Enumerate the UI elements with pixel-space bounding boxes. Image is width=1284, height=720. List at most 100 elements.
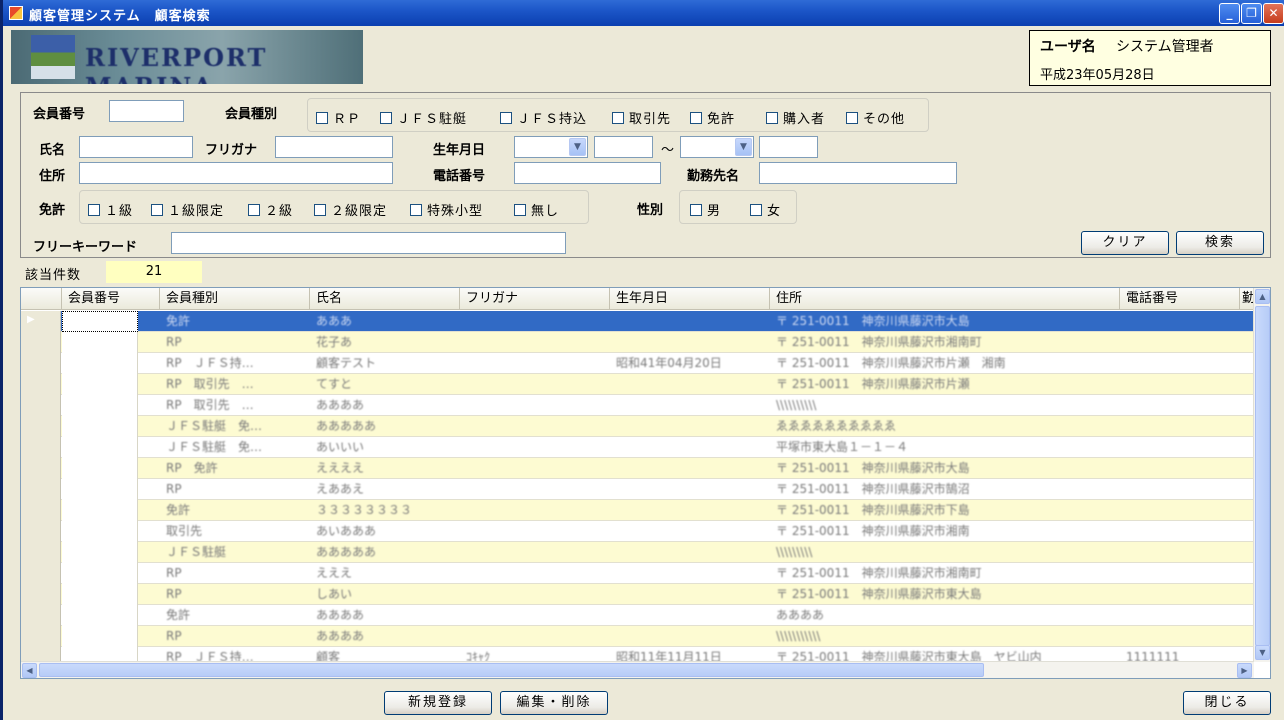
scroll-up-icon[interactable]: ▲	[1255, 289, 1270, 304]
cell-phone[interactable]	[1120, 521, 1240, 542]
cell-kana[interactable]	[460, 500, 610, 521]
name-input[interactable]	[79, 136, 193, 158]
cell-birth[interactable]	[610, 542, 770, 563]
cell-birth[interactable]	[610, 458, 770, 479]
table-row[interactable]: RP 取引先 … てすと 〒 251-0011 神奈川県藤沢市片瀬	[21, 374, 1254, 395]
gender-male-checkbox[interactable]: 男	[690, 200, 721, 219]
cell-kana[interactable]	[460, 521, 610, 542]
table-row[interactable]: RP しあい 〒 251-0011 神奈川県藤沢市東大島	[21, 584, 1254, 605]
cell-name[interactable]: えああえ	[310, 479, 460, 500]
cell-member-no[interactable]	[62, 479, 138, 500]
column-workplace[interactable]: 勤	[1240, 288, 1254, 310]
row-header[interactable]	[21, 479, 61, 500]
license-first-class-checkbox[interactable]: １級	[88, 200, 133, 219]
close-window-button[interactable]: ✕	[1263, 3, 1284, 24]
cell-address[interactable]: 〒 251-0011 神奈川県藤沢市片瀬 湘南	[770, 353, 1120, 374]
cell-name[interactable]: てすと	[310, 374, 460, 395]
cell-phone[interactable]	[1120, 500, 1240, 521]
table-row[interactable]: RP ああああ \\\\\\\\\\\	[21, 626, 1254, 647]
cell-address[interactable]: 〒 251-0011 神奈川県藤沢市大島	[770, 311, 1120, 332]
member-no-input[interactable]	[109, 100, 184, 122]
cell-kana[interactable]	[460, 605, 610, 626]
cell-member-no[interactable]	[62, 542, 138, 563]
table-row[interactable]: RP えああえ 〒 251-0011 神奈川県藤沢市鵠沼	[21, 479, 1254, 500]
cell-member-no[interactable]	[62, 500, 138, 521]
cell-address[interactable]: \\\\\\\\\	[770, 542, 1120, 563]
cell-birth[interactable]	[610, 584, 770, 605]
horizontal-scrollbar[interactable]: ◀ ▶	[21, 661, 1254, 678]
cell-phone[interactable]	[1120, 479, 1240, 500]
birth-era-from-select[interactable]: ▼	[514, 136, 588, 158]
cell-member-no[interactable]	[62, 563, 138, 584]
row-header[interactable]	[21, 626, 61, 647]
cell-name[interactable]: あいいい	[310, 437, 460, 458]
member-type-buyer-checkbox[interactable]: 購入者	[766, 108, 825, 127]
cell-birth[interactable]	[610, 374, 770, 395]
table-row[interactable]: RP ＪＦＳ持… 顧客テスト 昭和41年04月20日〒 251-0011 神奈川県藤…	[21, 353, 1254, 374]
cell-name[interactable]: えええ	[310, 563, 460, 584]
birth-date-to-input[interactable]	[759, 136, 818, 158]
cell-name[interactable]: ああああ	[310, 626, 460, 647]
cell-address[interactable]: 〒 251-0011 神奈川県藤沢市片瀬	[770, 374, 1120, 395]
cell-member-no[interactable]	[62, 374, 138, 395]
clear-button[interactable]: クリア	[1081, 231, 1169, 255]
table-row[interactable]: RP 免許 ええええ 〒 251-0011 神奈川県藤沢市大島	[21, 458, 1254, 479]
table-row[interactable]: ＪＦＳ駐艇 あああああ \\\\\\\\\	[21, 542, 1254, 563]
cell-address[interactable]: ああああ	[770, 605, 1120, 626]
cell-member-no[interactable]	[62, 353, 138, 374]
row-header[interactable]	[21, 584, 61, 605]
cell-phone[interactable]	[1120, 584, 1240, 605]
cell-name[interactable]: しあい	[310, 584, 460, 605]
vertical-scrollbar[interactable]: ▲ ▼	[1253, 288, 1270, 662]
maximize-button[interactable]: ❐	[1241, 3, 1262, 24]
cell-type[interactable]: 免許	[160, 311, 310, 332]
cell-kana[interactable]	[460, 374, 610, 395]
chevron-down-icon[interactable]: ▼	[735, 138, 752, 156]
cell-phone[interactable]	[1120, 416, 1240, 437]
cell-address[interactable]: 〒 251-0011 神奈川県藤沢市鵠沼	[770, 479, 1120, 500]
cell-address[interactable]: ゑゑゑゑゑゑゑゑゑゑ	[770, 416, 1120, 437]
cell-address[interactable]: 〒 251-0011 神奈川県藤沢市湘南町	[770, 332, 1120, 353]
cell-phone[interactable]	[1120, 626, 1240, 647]
cell-kana[interactable]	[460, 542, 610, 563]
kana-input[interactable]	[275, 136, 393, 158]
column-phone[interactable]: 電話番号	[1120, 288, 1240, 310]
cell-member-no[interactable]	[62, 458, 138, 479]
cell-kana[interactable]	[460, 563, 610, 584]
cell-type[interactable]: ＪＦＳ駐艇 免…	[160, 416, 310, 437]
horizontal-scroll-thumb[interactable]	[39, 663, 984, 677]
scroll-left-icon[interactable]: ◀	[22, 663, 37, 678]
row-header[interactable]	[21, 395, 61, 416]
cell-address[interactable]: 〒 251-0011 神奈川県藤沢市下島	[770, 500, 1120, 521]
cell-address[interactable]: \\\\\\\\\\	[770, 395, 1120, 416]
cell-kana[interactable]	[460, 311, 610, 332]
cell-member-no[interactable]	[62, 584, 138, 605]
cell-type[interactable]: 取引先	[160, 521, 310, 542]
cell-phone[interactable]	[1120, 437, 1240, 458]
row-header[interactable]	[21, 563, 61, 584]
birth-era-to-select[interactable]: ▼	[680, 136, 754, 158]
row-header[interactable]	[21, 374, 61, 395]
cell-member-no[interactable]	[62, 332, 138, 353]
cell-birth[interactable]	[610, 563, 770, 584]
column-kana[interactable]: フリガナ	[460, 288, 610, 310]
cell-type[interactable]: RP	[160, 584, 310, 605]
table-row[interactable]: RP 取引先 … ああああ \\\\\\\\\\	[21, 395, 1254, 416]
license-second-class-checkbox[interactable]: ２級	[248, 200, 293, 219]
gender-female-checkbox[interactable]: 女	[750, 200, 781, 219]
cell-birth[interactable]	[610, 332, 770, 353]
cell-address[interactable]: 〒 251-0011 神奈川県藤沢市大島	[770, 458, 1120, 479]
vertical-scroll-thumb[interactable]	[1255, 306, 1270, 646]
cell-member-no[interactable]	[62, 626, 138, 647]
member-type-other-checkbox[interactable]: その他	[846, 108, 905, 127]
cell-name[interactable]: あああ	[310, 311, 460, 332]
cell-type[interactable]: 免許	[160, 500, 310, 521]
cell-kana[interactable]	[460, 353, 610, 374]
cell-phone[interactable]	[1120, 374, 1240, 395]
cell-kana[interactable]	[460, 458, 610, 479]
cell-address[interactable]: 〒 251-0011 神奈川県藤沢市湘南町	[770, 563, 1120, 584]
cell-phone[interactable]	[1120, 353, 1240, 374]
member-type-supplier-checkbox[interactable]: 取引先	[612, 108, 671, 127]
cell-member-no[interactable]	[62, 605, 138, 626]
row-header[interactable]	[21, 542, 61, 563]
